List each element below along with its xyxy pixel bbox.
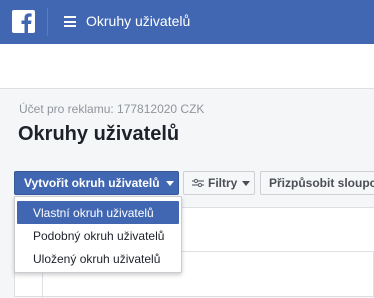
page-title: Okruhy uživatelů xyxy=(18,123,180,145)
sub-header-bar xyxy=(0,44,374,89)
customize-columns-label: Přizpůsobit sloupce xyxy=(269,176,374,190)
topbar-title[interactable]: Okruhy uživatelů xyxy=(86,13,190,29)
topbar-divider xyxy=(47,8,48,36)
filter-sliders-icon xyxy=(192,178,204,188)
main-content: Účet pro reklamu: 177812020 CZK Okruhy u… xyxy=(0,89,374,298)
create-audience-label: Vytvořit okruh uživatelů xyxy=(24,176,160,190)
filters-button[interactable]: Filtry xyxy=(183,171,255,195)
dropdown-item-lookalike-audience[interactable]: Podobný okruh uživatelů xyxy=(17,224,179,247)
dropdown-item-saved-audience[interactable]: Uložený okruh uživatelů xyxy=(17,247,179,270)
create-audience-dropdown: Vlastní okruh uživatelů Podobný okruh už… xyxy=(14,196,182,273)
dropdown-item-custom-audience[interactable]: Vlastní okruh uživatelů xyxy=(17,201,179,224)
facebook-logo-icon[interactable] xyxy=(12,10,35,33)
customize-columns-button[interactable]: Přizpůsobit sloupce xyxy=(260,171,374,195)
ad-account-label: Účet pro reklamu: 177812020 CZK xyxy=(19,102,205,116)
hamburger-menu-icon[interactable] xyxy=(64,16,76,27)
create-audience-button[interactable]: Vytvořit okruh uživatelů xyxy=(14,171,179,195)
top-navigation-bar: Okruhy uživatelů xyxy=(0,0,374,44)
filters-label: Filtry xyxy=(208,176,238,190)
chevron-down-icon xyxy=(242,180,251,186)
chevron-down-icon xyxy=(165,180,174,186)
